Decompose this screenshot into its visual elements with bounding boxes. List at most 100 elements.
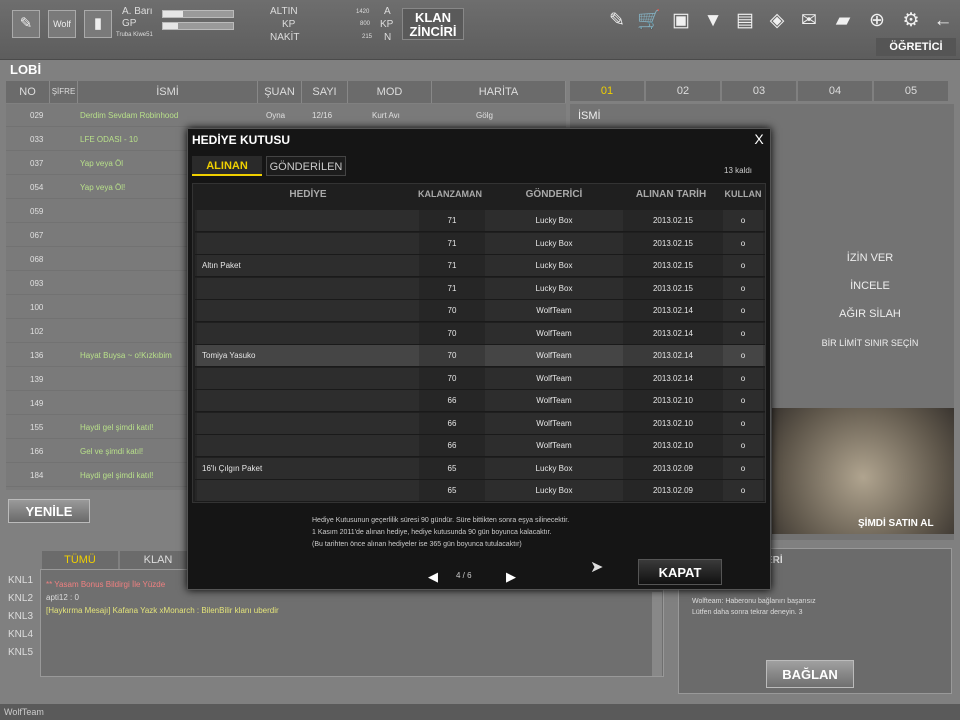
channel-5[interactable]: KNL5 (8, 647, 33, 658)
page-indicator: 4 / 6 (456, 571, 472, 580)
tutorial-button[interactable]: ÖĞRETİCİ (876, 38, 956, 56)
gift-row[interactable]: 70 WolfTeam 2013.02.14 o (195, 300, 765, 322)
gift-row[interactable]: 70 WolfTeam 2013.02.14 o (195, 367, 765, 390)
chat-tab-all[interactable]: TÜMÜ (42, 551, 118, 569)
col-status[interactable]: ŞUAN (258, 81, 302, 103)
use-gift-button[interactable]: o (723, 277, 763, 299)
box-icon[interactable]: ◈ (764, 8, 790, 34)
gift-row[interactable]: 65 Lucky Box 2013.02.09 o (195, 480, 765, 502)
gift-row[interactable]: 70 WolfTeam 2013.02.14 o (195, 322, 765, 345)
dialog-title: HEDİYE KUTUSU (192, 133, 291, 147)
gift-row[interactable]: 66 WolfTeam 2013.02.10 o (195, 435, 765, 457)
room-tab-02[interactable]: 02 (646, 81, 720, 101)
room-row[interactable]: 029 Derdim Sevdam Robinhood Oyna 12/16 Kurt … (6, 104, 566, 127)
room-tab-03[interactable]: 03 (722, 81, 796, 101)
gift-row[interactable]: 71 Lucky Box 2013.02.15 o (195, 210, 765, 232)
use-gift-button[interactable]: o (723, 390, 763, 411)
tab-sent[interactable]: GÖNDERİLEN (266, 156, 346, 176)
gift-row[interactable]: 71 Lucky Box 2013.02.15 o (195, 277, 765, 300)
gift-row[interactable]: 66 WolfTeam 2013.02.10 o (195, 390, 765, 412)
edit-icon[interactable]: ✎ (604, 8, 630, 34)
mail-icon[interactable]: ✉ (796, 8, 822, 34)
clan-chain-button[interactable]: KLAN ZİNCİRİ (402, 8, 464, 40)
wolf-icon[interactable]: ▼ (700, 8, 726, 34)
use-gift-button[interactable]: o (723, 322, 763, 344)
folder-icon[interactable]: ▰ (830, 8, 856, 34)
col-mode[interactable]: MOD (348, 81, 432, 103)
room-count: 12/16 (312, 111, 333, 120)
gift-name (197, 277, 419, 299)
book-icon[interactable]: ▤ (732, 8, 758, 34)
chat-scrollbar[interactable] (652, 592, 662, 676)
col-name[interactable]: İSMİ (78, 81, 258, 103)
gift-row[interactable]: 71 Lucky Box 2013.02.15 o (195, 232, 765, 255)
inventory-icon[interactable]: ▣ (668, 8, 694, 34)
note-line-2: 1 Kasım 2011'de alınan hediye, hediye ku… (312, 529, 552, 536)
use-gift-button[interactable]: o (723, 412, 763, 434)
limit-select[interactable]: BİR LİMİT SINIR SEÇİN (800, 338, 940, 348)
connect-button[interactable]: BAĞLAN (766, 660, 854, 688)
next-page-icon[interactable]: ▶ (506, 569, 516, 585)
use-gift-button[interactable]: o (723, 210, 763, 231)
gift-sender: WolfTeam (485, 367, 623, 389)
col-no[interactable]: NO (6, 81, 50, 103)
gift-row[interactable]: 16'lı Çılgın Paket 65 Lucky Box 2013.02.09 o (195, 457, 765, 480)
close-button[interactable]: KAPAT (638, 559, 722, 585)
cart-icon[interactable]: 🛒 (636, 8, 662, 34)
use-gift-button[interactable]: o (723, 480, 763, 501)
note-line-3: (Bu tarihten önce alınan hediyeler ise 3… (312, 541, 522, 548)
gift-sender: WolfTeam (485, 435, 623, 456)
use-gift-button[interactable]: o (723, 255, 763, 276)
gift-row[interactable]: Tomiya Yasuko 70 WolfTeam 2013.02.14 o (195, 345, 765, 367)
col-map[interactable]: HARİTA (432, 81, 566, 103)
room-number: 139 (30, 375, 44, 384)
gift-remaining-days: 66 (447, 441, 457, 450)
gp-label: GP (122, 18, 137, 29)
room-number: 059 (30, 207, 44, 216)
tab-received[interactable]: ALINAN (192, 156, 262, 176)
gift-remaining-days: 65 (447, 463, 457, 473)
allow-button[interactable]: İZİN VER (800, 252, 940, 264)
channel-1[interactable]: KNL1 (8, 575, 33, 586)
gift-note: Hediye Kutusunun geçerlilik süresi 90 gü… (312, 515, 652, 551)
col-lock[interactable]: ŞİFRE (50, 81, 78, 103)
channel-2[interactable]: KNL2 (8, 593, 33, 604)
chat-tab-clan[interactable]: KLAN (120, 551, 196, 569)
notepad-icon[interactable]: ✎ (12, 10, 40, 38)
use-gift-button[interactable]: o (723, 345, 763, 366)
gift-row[interactable]: 66 WolfTeam 2013.02.10 o (195, 412, 765, 435)
globe-icon[interactable]: ⊕ (864, 8, 890, 34)
room-tab-04[interactable]: 04 (798, 81, 872, 101)
buy-now-link[interactable]: ŞİMDİ SATIN AL (858, 518, 934, 529)
gift-name (197, 210, 419, 231)
use-gift-button[interactable]: o (723, 457, 763, 479)
prev-page-icon[interactable]: ◀ (428, 569, 438, 585)
character-icon[interactable]: ▮ (84, 10, 112, 38)
room-status: Oyna (266, 111, 286, 120)
use-gift-button[interactable]: o (723, 435, 763, 456)
use-gift-button[interactable]: o (723, 367, 763, 389)
room-name: Gel ve şimdi katıl! (80, 447, 144, 456)
room-number: 054 (30, 183, 44, 192)
heavy-weapon-button[interactable]: AĞIR SİLAH (800, 308, 940, 320)
promo-image[interactable] (772, 408, 954, 534)
gift-table: HEDİYE KALANZAMAN GÖNDERİCİ ALINAN TARİH… (192, 183, 766, 503)
col-count[interactable]: SAYI (302, 81, 348, 103)
back-arrow-icon[interactable]: ← (930, 8, 956, 34)
use-gift-button[interactable]: o (723, 300, 763, 321)
channel-3[interactable]: KNL3 (8, 611, 33, 622)
gear-icon[interactable]: ⚙ (898, 8, 924, 34)
gift-date: 2013.02.10 (652, 396, 694, 405)
wolf-badge-icon[interactable]: Wolf (48, 10, 76, 38)
use-gift-button[interactable]: o (723, 232, 763, 254)
room-tab-05[interactable]: 05 (874, 81, 948, 101)
room-tab-01[interactable]: 01 (570, 81, 644, 101)
room-number: 093 (30, 279, 44, 288)
channel-4[interactable]: KNL4 (8, 629, 33, 640)
close-icon[interactable]: X (750, 131, 768, 147)
inspect-button[interactable]: İNCELE (800, 280, 940, 292)
room-number: 100 (30, 303, 44, 312)
gift-row[interactable]: Altın Paket 71 Lucky Box 2013.02.15 o (195, 255, 765, 277)
room-map: Gölg (476, 111, 493, 120)
refresh-button[interactable]: YENİLE (8, 499, 90, 523)
